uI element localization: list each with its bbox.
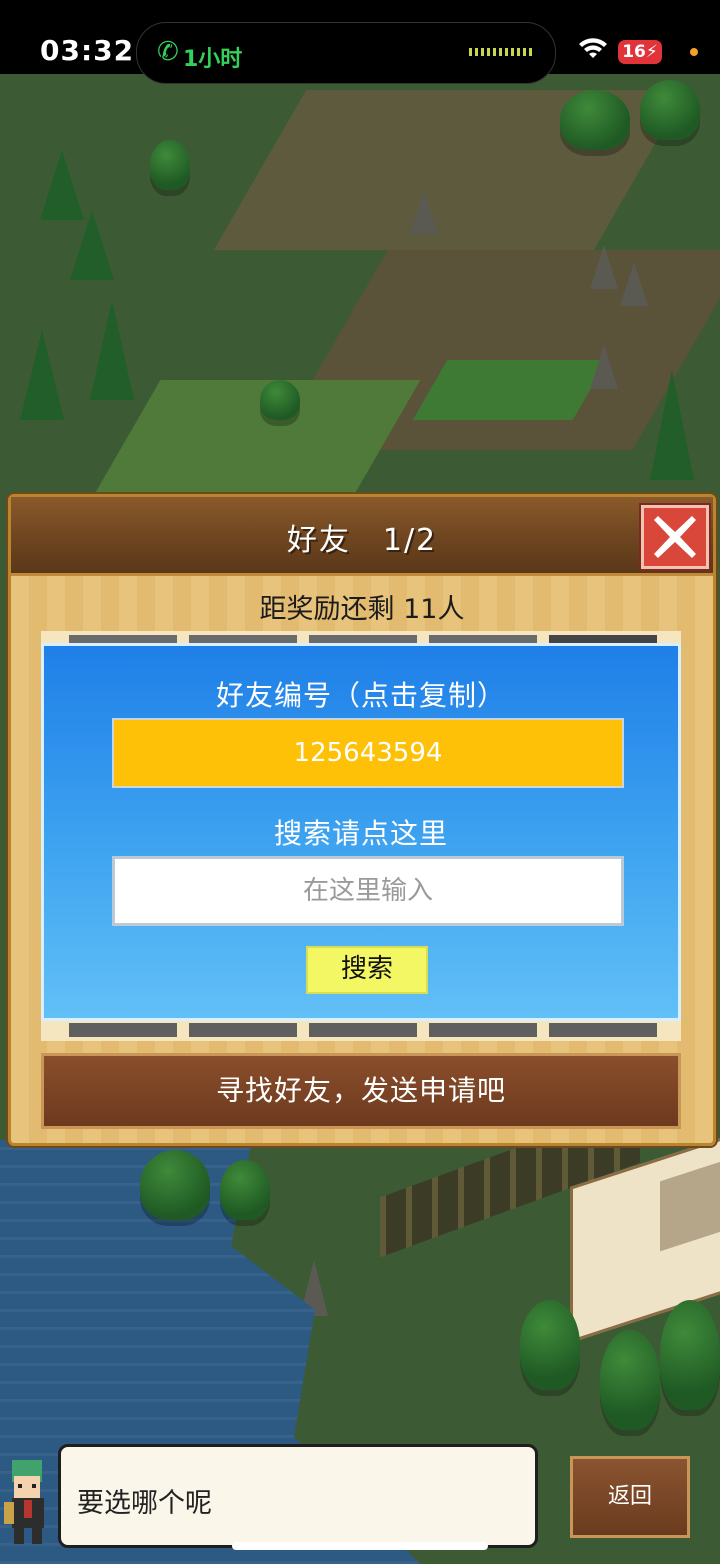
- friend-slot[interactable]: [429, 635, 537, 643]
- rock: [590, 245, 618, 289]
- search-input[interactable]: 在这里输入: [112, 856, 624, 926]
- friend-id-copy-field[interactable]: 125643594: [112, 718, 624, 788]
- character-avatar: [4, 1460, 44, 1544]
- home-indicator[interactable]: [232, 1542, 488, 1550]
- send-request-banner[interactable]: 寻找好友，发送申请吧: [41, 1053, 681, 1129]
- friend-panel: 好友 1/2 距奖励还剩 11人 好友编号（点击复制） 125643594 搜索…: [8, 494, 716, 1146]
- dialog-text: 要选哪个呢: [77, 1488, 212, 1519]
- dynamic-island[interactable]: ✆ 1小时: [136, 22, 556, 84]
- friend-slot[interactable]: [309, 1023, 417, 1037]
- status-bar: 03:32 ✆ 1小时 16⚡: [0, 0, 720, 84]
- privacy-indicator: [690, 48, 698, 56]
- tree: [220, 1160, 270, 1220]
- pine-tree: [20, 330, 64, 420]
- close-icon: [654, 516, 696, 558]
- battery-icon: 16⚡: [618, 40, 662, 64]
- status-time: 03:32: [40, 34, 135, 67]
- tree: [140, 1150, 210, 1220]
- friend-search-box: 好友编号（点击复制） 125643594 搜索请点这里 在这里输入 搜索: [41, 643, 681, 1021]
- search-button[interactable]: 搜索: [306, 946, 428, 994]
- close-button[interactable]: [641, 505, 709, 569]
- wifi-icon: [579, 38, 607, 58]
- friend-slot[interactable]: [309, 635, 417, 643]
- tree: [520, 1300, 580, 1390]
- friend-slot[interactable]: [69, 635, 177, 643]
- tree: [560, 90, 630, 150]
- tree: [150, 140, 190, 190]
- tree: [640, 80, 700, 140]
- call-duration: 1小时: [183, 47, 243, 72]
- battery-level: 16: [622, 42, 646, 62]
- panel-header: 好友 1/2: [11, 497, 713, 576]
- tree: [260, 380, 300, 420]
- reward-remaining-text: 距奖励还剩 11人: [259, 594, 465, 625]
- friend-slot[interactable]: [189, 1023, 297, 1037]
- friend-slot[interactable]: [69, 1023, 177, 1037]
- friend-slot[interactable]: [429, 1023, 537, 1037]
- friend-slot-strip-top: [41, 631, 681, 643]
- phone-icon: ✆: [157, 37, 179, 67]
- panel-title: 好友 1/2: [286, 523, 438, 558]
- rock: [590, 345, 618, 389]
- rock: [620, 262, 648, 306]
- tree: [660, 1300, 720, 1410]
- pine-tree: [70, 210, 114, 280]
- friend-slot[interactable]: [549, 1023, 657, 1037]
- friend-slot-strip-bottom: [41, 1021, 681, 1041]
- tree: [600, 1330, 660, 1430]
- friend-slot[interactable]: [549, 635, 657, 643]
- pine-tree: [90, 300, 134, 400]
- search-label: 搜索请点这里: [273, 817, 448, 850]
- friend-id-label: 好友编号（点击复制）: [215, 679, 506, 712]
- pine-tree: [650, 370, 694, 480]
- rock: [410, 190, 438, 234]
- back-button[interactable]: 返回: [570, 1456, 690, 1538]
- dialog-box: 要选哪个呢: [58, 1444, 538, 1548]
- friend-slot[interactable]: [189, 635, 297, 643]
- audio-waveform-icon: [469, 48, 533, 56]
